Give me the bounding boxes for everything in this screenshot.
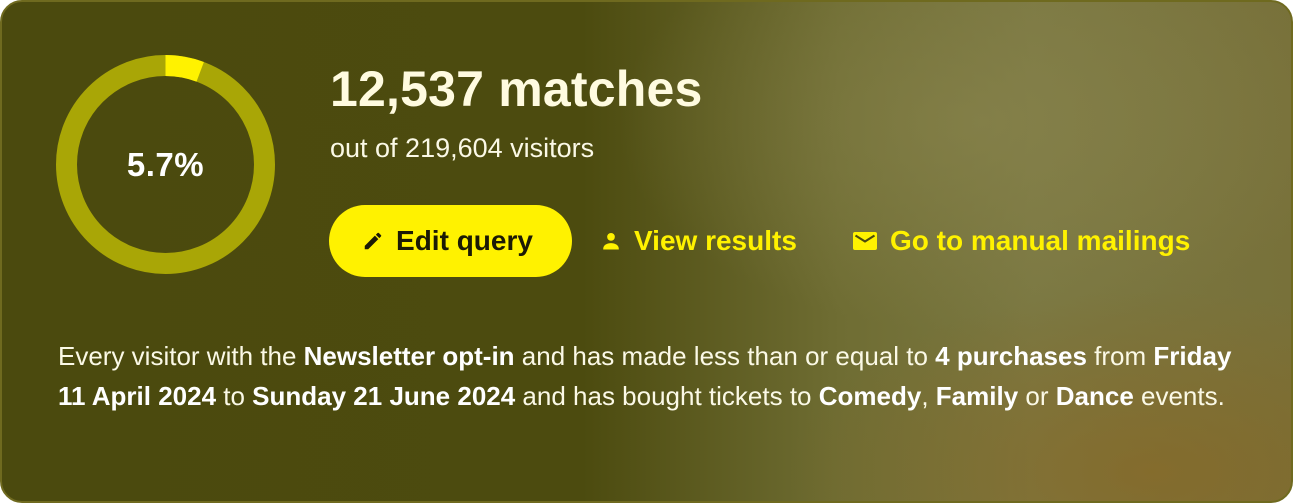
criteria-end-date: Sunday 21 June 2024 (252, 381, 516, 411)
audience-summary-card: 5.7% 12,537 matches out of 219,604 visit… (0, 0, 1293, 503)
criteria-text: events. (1133, 381, 1225, 411)
criteria-text: Every visitor with the (58, 341, 304, 371)
pencil-icon (362, 230, 384, 252)
edit-query-label: Edit query (396, 225, 533, 256)
criteria-genre-family: Family (935, 381, 1019, 411)
percentage-label: 5.7% (126, 145, 205, 183)
criteria-genre-dance: Dance (1055, 381, 1134, 411)
visitors-total: out of 219,604 visitors (330, 133, 595, 163)
criteria-text: , (921, 381, 936, 411)
matches-count: 12,537 matches (330, 61, 703, 117)
view-results-label: View results (634, 225, 797, 256)
criteria-text: and has made less than or equal to (514, 341, 936, 371)
manual-mailings-link[interactable]: Go to manual mailings (852, 205, 1190, 277)
criteria-genre-comedy: Comedy (818, 381, 922, 411)
criteria-purchase-count: 4 purchases (935, 341, 1087, 371)
person-icon (600, 230, 622, 252)
criteria-opt-in: Newsletter opt-in (303, 341, 515, 371)
manual-mailings-label: Go to manual mailings (890, 225, 1191, 256)
criteria-text: or (1018, 381, 1056, 411)
criteria-text: from (1086, 341, 1154, 371)
view-results-link[interactable]: View results (600, 205, 797, 277)
mail-icon (852, 230, 878, 252)
criteria-text: and has bought tickets to (515, 381, 819, 411)
criteria-text: to (216, 381, 253, 411)
audience-criteria-description: Every visitor with the Newsletter opt-in… (58, 336, 1248, 416)
edit-query-button[interactable]: Edit query (329, 205, 572, 277)
